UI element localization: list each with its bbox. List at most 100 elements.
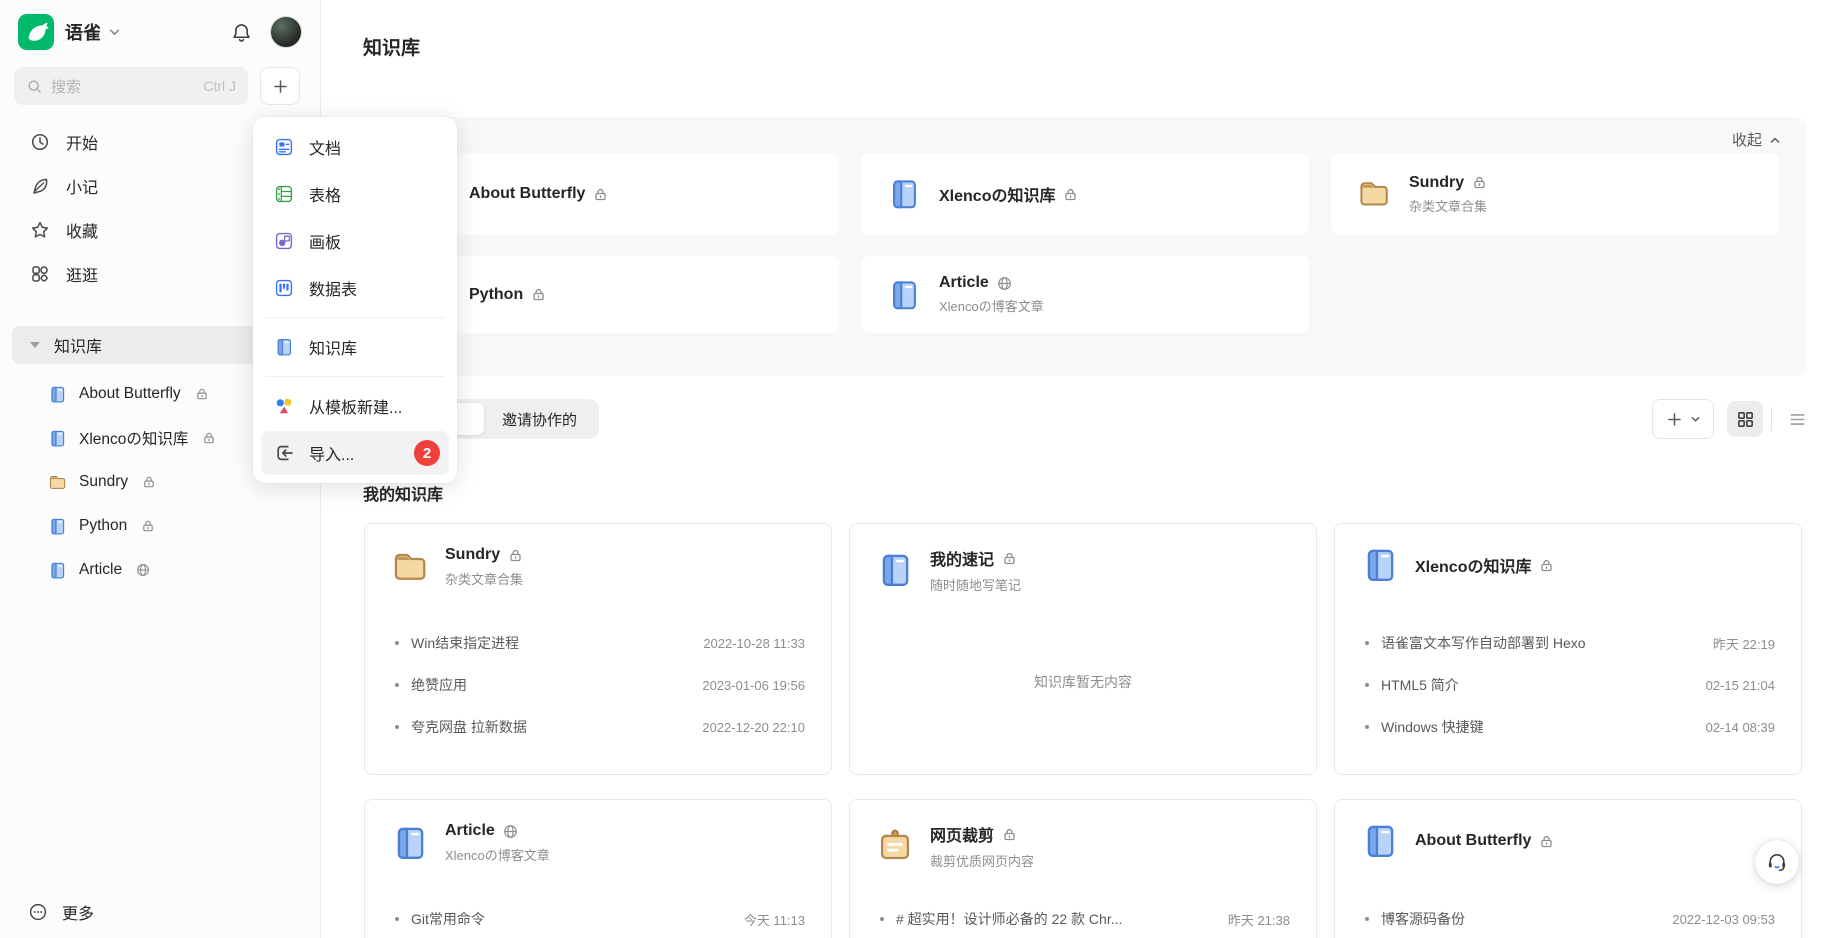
menu-item-import[interactable]: 导入... 2 [261,431,449,475]
new-kb-dropdown-button[interactable] [1652,399,1714,439]
lock-icon [142,475,156,489]
folder-icon [391,548,429,586]
notifications-bell-icon[interactable] [231,22,252,43]
book-icon [1361,822,1399,860]
pinned-card-sundry[interactable]: Sundry 杂类文章合集 [1331,153,1779,235]
menu-item-sheet[interactable]: 表格 [261,172,449,216]
user-avatar[interactable] [270,16,302,48]
lock-icon [1539,834,1554,849]
menu-divider [265,376,445,377]
bullet-dot [1365,641,1369,645]
kb-card-desc: 随时随地写笔记 [930,575,1021,594]
doc-item[interactable]: Windows 快捷键02-14 08:39 [1335,706,1801,748]
kb-card-desc: Xlencoの博客文章 [445,845,550,864]
doc-item[interactable]: Git常用命令今天 11:13 [365,898,831,938]
tree-item-label: About Butterfly [79,385,181,403]
nav-label: 逛逛 [66,262,98,286]
kb-card-quick-notes[interactable]: 我的速记 随时随地写笔记 知识库暂无内容 [849,523,1317,775]
menu-item-knowledge-base[interactable]: 知识库 [261,325,449,369]
help-support-button[interactable] [1755,840,1799,884]
pinned-card-name: Sundry [1409,174,1464,192]
doc-title: 夸克网盘 拉新数据 [411,717,527,737]
menu-item-label: 导入... [309,441,354,465]
collapse-button[interactable]: 收起 [1732,129,1781,150]
menu-item-label: 文档 [309,135,341,159]
menu-item-label: 知识库 [309,335,357,359]
headset-icon [1765,850,1789,874]
book-icon [1361,546,1399,584]
doc-item[interactable]: 绝赞应用2023-01-06 19:56 [365,664,831,706]
create-new-button[interactable] [260,67,300,105]
doc-item[interactable]: 语雀富文本写作自动部署到 Hexo昨天 22:19 [1335,622,1801,664]
menu-item-datatable[interactable]: 数据表 [261,266,449,310]
tab-invited-collab[interactable]: 邀请协作的 [484,403,595,435]
ellipsis-circle-icon [28,902,48,922]
sidebar-more-button[interactable]: 更多 [28,900,94,924]
template-icon [274,396,294,416]
doc-title: HTML5 简介 [1381,675,1459,695]
pinned-card-name: Article [939,274,989,292]
doc-item[interactable]: # 超实用！设计师必备的 22 款 Chr...昨天 21:38 [850,898,1316,938]
doc-item[interactable]: HTML5 简介 02-15 21:04 [1335,664,1801,706]
kb-card-about-butterfly[interactable]: About Butterfly 博客源码备份2022-12-03 09:53 [1334,799,1802,938]
clock-icon [30,132,50,152]
bullet-dot [395,725,399,729]
menu-item-new-from-template[interactable]: 从模板新建... [261,384,449,428]
bullet-dot [1365,917,1369,921]
doc-item[interactable]: Win结束指定进程2022-10-28 11:33 [365,622,831,664]
tree-header-label: 知识库 [54,333,102,357]
grid-view-toggle[interactable] [1727,401,1763,437]
pinned-panel: 收起 About Butterfly Xlencoの知识库 Sundry 杂类文… [363,117,1807,376]
app-logo[interactable] [18,14,54,50]
yuque-bird-icon [21,17,51,47]
menu-divider [265,317,445,318]
globe-icon [997,276,1012,291]
doc-date: 2022-12-03 09:53 [1660,912,1775,927]
kb-card-web-clips[interactable]: 网页裁剪 裁剪优质网页内容 # 超实用！设计师必备的 22 款 Chr...昨天… [849,799,1317,938]
doc-title: Windows 快捷键 [1381,717,1484,737]
bullet-dot [880,917,884,921]
pinned-card-name: Xlencoの知识库 [939,182,1055,206]
sidebar-item-article[interactable]: Article [0,548,320,592]
kb-card-sundry[interactable]: Sundry 杂类文章合集 Win结束指定进程2022-10-28 11:33 … [364,523,832,775]
chevron-up-icon [1769,134,1781,146]
menu-item-label: 从模板新建... [309,394,402,418]
feather-icon [30,176,50,196]
doc-date: 今天 11:13 [732,910,805,929]
menu-item-document[interactable]: 文档 [261,125,449,169]
pinned-card-name: About Butterfly [469,185,585,203]
bullet-dot [1365,683,1369,687]
collapse-label: 收起 [1732,129,1762,150]
nav-label: 小记 [66,174,98,198]
menu-item-board[interactable]: 画板 [261,219,449,263]
lock-icon [1539,558,1554,573]
pinned-card-xlenco-kb[interactable]: Xlencoの知识库 [861,153,1309,235]
nav-label: 收藏 [66,218,98,242]
pinned-card-article[interactable]: Article Xlencoの博客文章 [861,256,1309,333]
caret-down-icon[interactable] [30,342,40,348]
book-icon [48,561,67,580]
workspace-chevron-down-icon[interactable] [108,26,121,39]
pinned-card-about-butterfly[interactable]: About Butterfly [391,153,839,235]
doc-date: 2022-12-20 22:10 [690,720,805,735]
pinned-card-python[interactable]: Python [391,256,839,333]
tree-item-label: Sundry [79,473,128,491]
sidebar-item-python[interactable]: Python [0,504,320,548]
list-view-toggle[interactable] [1779,401,1815,437]
kb-card-xlenco-kb[interactable]: Xlencoの知识库 语雀富文本写作自动部署到 Hexo昨天 22:19 HTM… [1334,523,1802,775]
doc-item[interactable]: 博客源码备份2022-12-03 09:53 [1335,898,1801,938]
search-input[interactable]: 搜索 Ctrl J [14,67,248,105]
doc-date: 02-15 21:04 [1694,678,1775,693]
sidebar-header: 语雀 [0,0,320,52]
app-title: 语雀 [65,19,101,45]
kb-card-article[interactable]: Article Xlencoの博客文章 Git常用命令今天 11:13 [364,799,832,938]
list-view-icon [1788,410,1807,429]
tree-item-label: Python [79,517,127,535]
doc-item[interactable]: 夸克网盘 拉新数据 2022-12-20 22:10 [365,706,831,748]
menu-item-label: 表格 [309,182,341,206]
book-icon [391,824,429,862]
table-icon [274,184,294,204]
kb-card-name: 网页裁剪 [930,822,994,846]
kb-card-name: About Butterfly [1415,832,1531,850]
doc-title: Win结束指定进程 [411,633,519,653]
